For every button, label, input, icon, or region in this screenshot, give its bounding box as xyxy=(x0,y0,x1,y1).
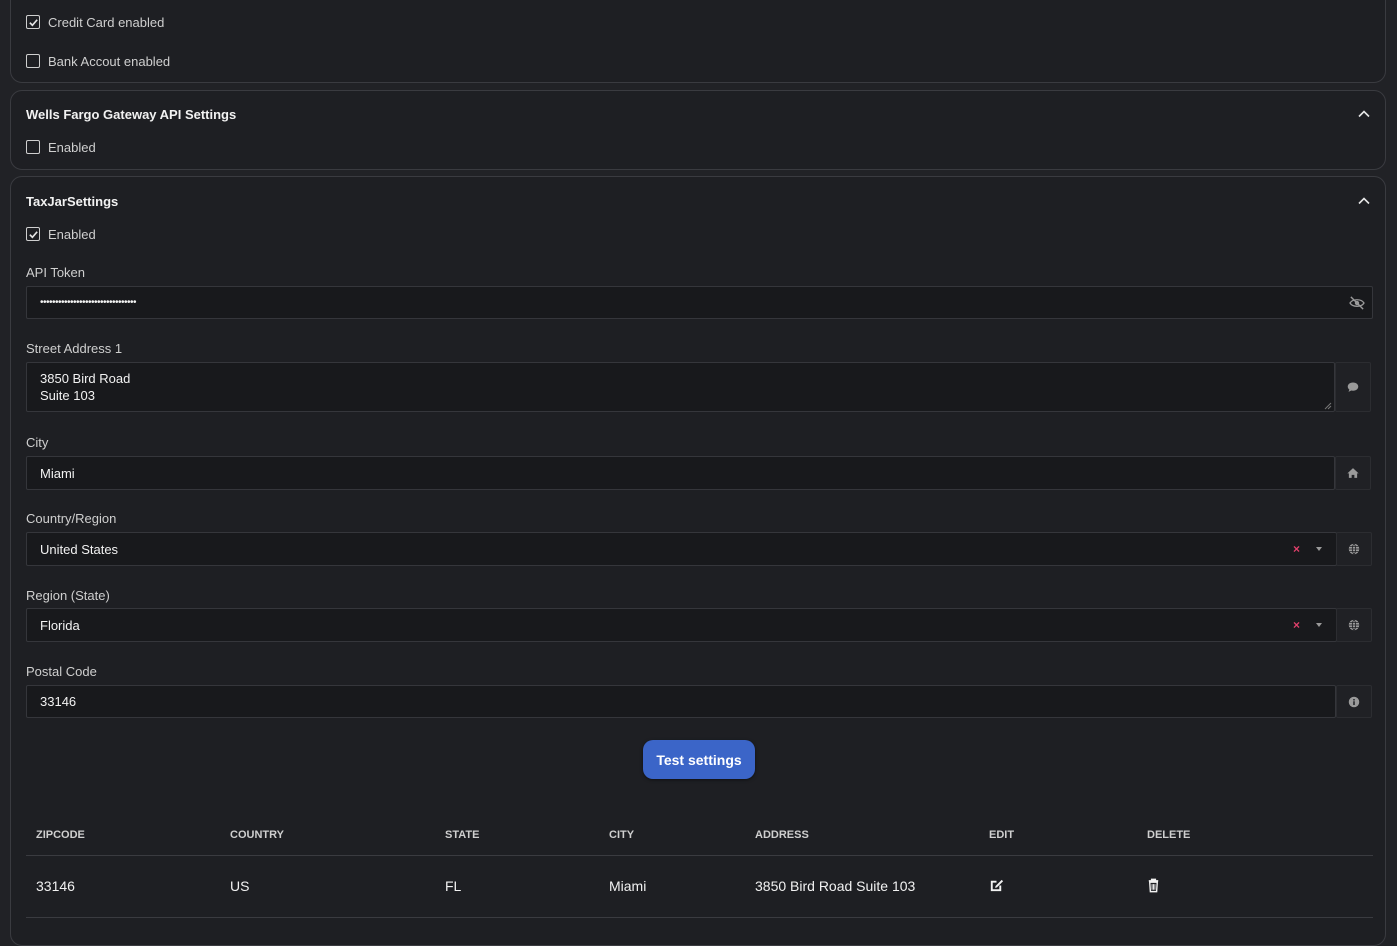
city-value: Miami xyxy=(40,465,75,481)
table-header-divider xyxy=(26,855,1373,856)
api-token-input[interactable]: •••••••••••••••••••••••••••••••• xyxy=(26,286,1373,319)
taxjar-enabled-checkbox[interactable] xyxy=(26,227,40,241)
city-label: City xyxy=(26,435,49,450)
bank-account-enabled-row[interactable]: Bank Accout enabled xyxy=(26,52,170,70)
edit-icon[interactable] xyxy=(988,877,1005,894)
cell-city: Miami xyxy=(609,878,647,894)
wells-fargo-enabled-label: Enabled xyxy=(48,139,96,155)
taxjar-panel: TaxJarSettings Enabled API Token •••••••… xyxy=(10,176,1386,946)
wells-fargo-title: Wells Fargo Gateway API Settings xyxy=(26,107,237,122)
bank-account-label: Bank Accout enabled xyxy=(48,53,171,69)
eye-slash-icon[interactable] xyxy=(1348,296,1366,310)
column-header-address[interactable]: ADDRESS xyxy=(755,829,809,841)
country-region-label: Country/Region xyxy=(26,511,117,526)
globe-icon xyxy=(1348,619,1360,631)
column-header-state[interactable]: STATE xyxy=(445,829,479,841)
payment-methods-panel: Credit Card enabled Bank Accout enabled xyxy=(10,0,1386,83)
country-region-value: United States xyxy=(40,541,119,557)
home-addon xyxy=(1335,456,1371,490)
taxjar-enabled-label: Enabled xyxy=(48,226,96,242)
street-line-2: Suite 103 xyxy=(40,388,95,403)
street-line-1: 3850 Bird Road xyxy=(40,371,131,386)
region-dropdown-caret-icon[interactable] xyxy=(1316,623,1322,627)
cell-state: FL xyxy=(445,878,462,894)
region-clear-icon[interactable]: × xyxy=(1293,618,1300,632)
chevron-up-icon[interactable] xyxy=(1357,194,1371,208)
credit-card-label: Credit Card enabled xyxy=(48,14,165,30)
credit-card-checkbox[interactable] xyxy=(26,15,40,29)
column-header-zipcode[interactable]: ZIPCODE xyxy=(36,829,85,841)
taxjar-enabled-row[interactable]: Enabled xyxy=(26,225,96,243)
bank-account-checkbox[interactable] xyxy=(26,54,40,68)
api-token-value: •••••••••••••••••••••••••••••••• xyxy=(40,297,137,308)
country-globe-addon xyxy=(1336,532,1372,566)
postal-code-value: 33146 xyxy=(40,694,77,709)
cell-address: 3850 Bird Road Suite 103 xyxy=(755,878,916,894)
cell-zipcode: 33146 xyxy=(36,878,75,894)
column-header-delete: DELETE xyxy=(1147,829,1191,841)
wells-fargo-panel: Wells Fargo Gateway API Settings Enabled xyxy=(10,90,1386,170)
globe-icon xyxy=(1348,543,1360,555)
api-token-label: API Token xyxy=(26,265,86,280)
country-dropdown-caret-icon[interactable] xyxy=(1316,547,1322,551)
cell-country: US xyxy=(230,878,250,894)
comment-icon xyxy=(1347,382,1359,392)
region-state-select[interactable]: Florida xyxy=(26,608,1337,642)
region-state-label: Region (State) xyxy=(26,588,110,603)
country-clear-icon[interactable]: × xyxy=(1293,542,1300,556)
wells-fargo-enabled-checkbox[interactable] xyxy=(26,140,40,154)
test-settings-button[interactable]: Test settings xyxy=(643,740,755,779)
column-header-city[interactable]: CITY xyxy=(609,829,634,841)
wells-fargo-enabled-row[interactable]: Enabled xyxy=(26,138,96,156)
credit-card-enabled-row[interactable]: Credit Card enabled xyxy=(26,13,164,31)
resize-handle-icon[interactable] xyxy=(1324,402,1332,410)
taxjar-title: TaxJarSettings xyxy=(26,194,119,209)
info-icon xyxy=(1348,696,1360,707)
chevron-up-icon[interactable] xyxy=(1357,107,1371,121)
region-state-value: Florida xyxy=(40,617,80,633)
trash-icon[interactable] xyxy=(1145,877,1162,894)
postal-code-label: Postal Code xyxy=(26,664,97,679)
street-address-textarea[interactable]: 3850 Bird Road Suite 103 xyxy=(26,362,1335,412)
region-globe-addon xyxy=(1336,608,1372,642)
postal-code-input[interactable]: 33146 xyxy=(26,685,1336,718)
street-address-label: Street Address 1 xyxy=(26,341,123,356)
city-input[interactable]: Miami xyxy=(26,456,1335,490)
home-icon xyxy=(1347,468,1359,478)
country-region-select[interactable]: United States xyxy=(26,532,1337,566)
column-header-edit: EDIT xyxy=(989,829,1015,841)
table-row-divider xyxy=(26,917,1373,918)
comment-addon xyxy=(1335,362,1371,412)
info-addon xyxy=(1336,685,1372,718)
column-header-country[interactable]: COUNTRY xyxy=(230,829,284,841)
